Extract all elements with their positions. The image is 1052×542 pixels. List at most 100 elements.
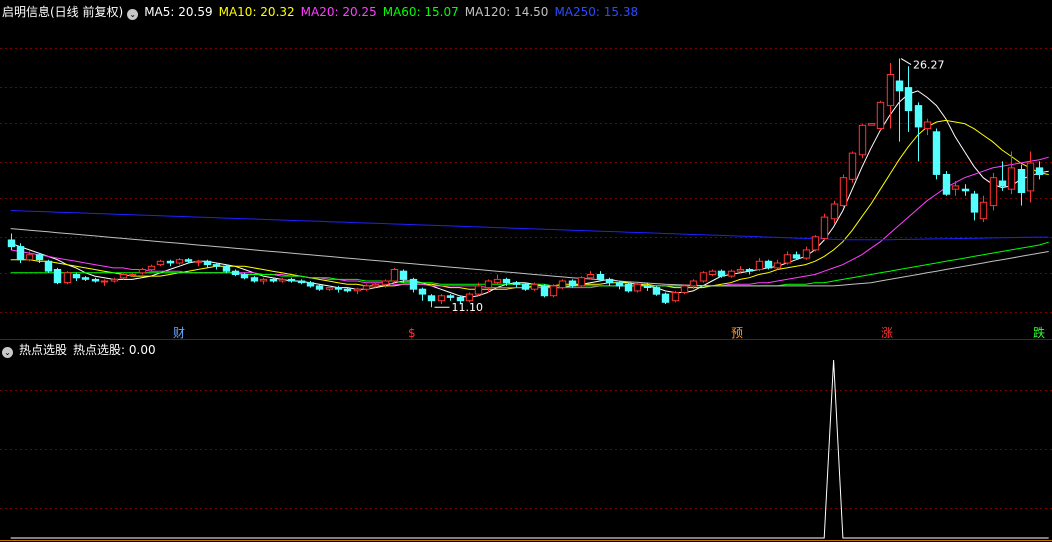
ma-line-ma250 [10,210,1049,241]
indicator-chart[interactable] [0,340,1052,542]
marker-cai[interactable]: 财 [172,326,186,340]
candle-body [25,254,34,261]
candle-body [764,260,773,269]
candle-body [989,177,998,207]
sub-legend: ⌄ 热点选股 热点选股: 0.00 [2,342,162,358]
candle-body [512,282,521,285]
candle-body [16,246,25,261]
candle-body [484,280,493,289]
candle-body [231,270,240,276]
indicator-value: 热点选股: 0.00 [73,343,156,357]
candle-body [549,285,558,297]
candle-body [736,269,745,272]
max-price-label: 26.27 [913,59,945,72]
candle-body [979,201,988,220]
candle-body [371,283,380,287]
candle-body [1035,167,1044,175]
candle-body [474,285,483,295]
candle-body [35,254,44,261]
ma-line-ma60 [10,241,1049,287]
settings-toggle-icon[interactable]: ⌄ [127,9,139,20]
candle-body [362,285,371,290]
candle-body [848,152,857,180]
candle-body [147,265,156,271]
candle-body [418,288,427,295]
candle-body [166,260,175,264]
candle-body [409,278,418,290]
candle-body [951,185,960,190]
candle-body [44,260,53,272]
candle-body [456,296,465,302]
candle-body [792,254,801,259]
candle-body [175,259,184,264]
candle-body [811,236,820,251]
price-chart-pane[interactable]: 26.27 11.10 启明信息(日线 前复权) ⌄ MA5: 20.59 MA10: … [0,0,1052,340]
ma-line-ma20 [10,156,1049,289]
candle-body [624,283,633,292]
candle-body [306,282,315,287]
candle-body [72,274,81,279]
candle-body [53,269,62,284]
indicator-pane[interactable]: ⌄ 热点选股 热点选股: 0.00 [0,340,1052,542]
ma250-label: MA250: 15.38 [554,5,639,19]
candle-body [297,280,306,284]
candle-body [689,280,698,287]
candle-body [128,274,137,276]
candle-body [858,124,867,156]
candle-body [727,270,736,277]
candle-body [81,277,90,280]
candle-body [773,262,782,269]
candle-body [708,270,717,276]
min-price-label: 11.10 [451,301,483,314]
candle-body [652,287,661,295]
candle-body [1026,162,1035,192]
candle-body [577,277,586,287]
candle-body [100,280,109,283]
candle-body [465,293,474,302]
candle-body [287,278,296,282]
candle-body [839,177,848,207]
max-price-pointer [900,58,912,65]
candle-body [717,270,726,277]
candle-body [671,292,680,302]
candle-body [194,260,203,263]
candle-body [222,265,231,272]
candle-body [970,193,979,213]
candle-body [63,272,72,284]
marker-yu[interactable]: 预 [730,326,744,340]
candle-body [1007,167,1016,190]
indicator-name: 热点选股 [19,343,68,357]
candle-body [914,105,923,128]
candle-body [932,131,941,175]
candle-body [138,269,147,274]
candle-body [203,260,212,266]
candle-body [643,285,652,288]
indicator-toggle-icon[interactable]: ⌄ [2,347,13,358]
marker-die[interactable]: 跌 [1032,326,1046,340]
candle-body [568,280,577,287]
candle-body [278,278,287,282]
main-legend: 启明信息(日线 前复权) ⌄ MA5: 20.59 MA10: 20.32 MA20: … [2,4,644,20]
candle-body [867,123,876,126]
candle-body [876,101,885,130]
candle-body [353,288,362,292]
candle-body [521,283,530,290]
candle-body [961,188,970,192]
candle-body [7,239,16,248]
candle-body [437,295,446,302]
candle-body [802,249,811,259]
candle-body [390,269,399,282]
marker-dollar[interactable]: $ [407,326,417,340]
candle-body [530,283,539,290]
candle-body [540,285,549,297]
stock-title: 启明信息(日线 前复权) [2,5,124,19]
candle-body [596,274,605,280]
candlestick-chart[interactable]: 26.27 11.10 [0,0,1052,340]
marker-zhang[interactable]: 涨 [880,326,894,340]
marker-die-text: 跌 [1033,326,1046,340]
candle-body [661,293,670,303]
candle-body [586,274,595,279]
candle-body [269,278,278,282]
candle-body [250,277,259,282]
ma60-label: MA60: 15.07 [382,5,459,19]
